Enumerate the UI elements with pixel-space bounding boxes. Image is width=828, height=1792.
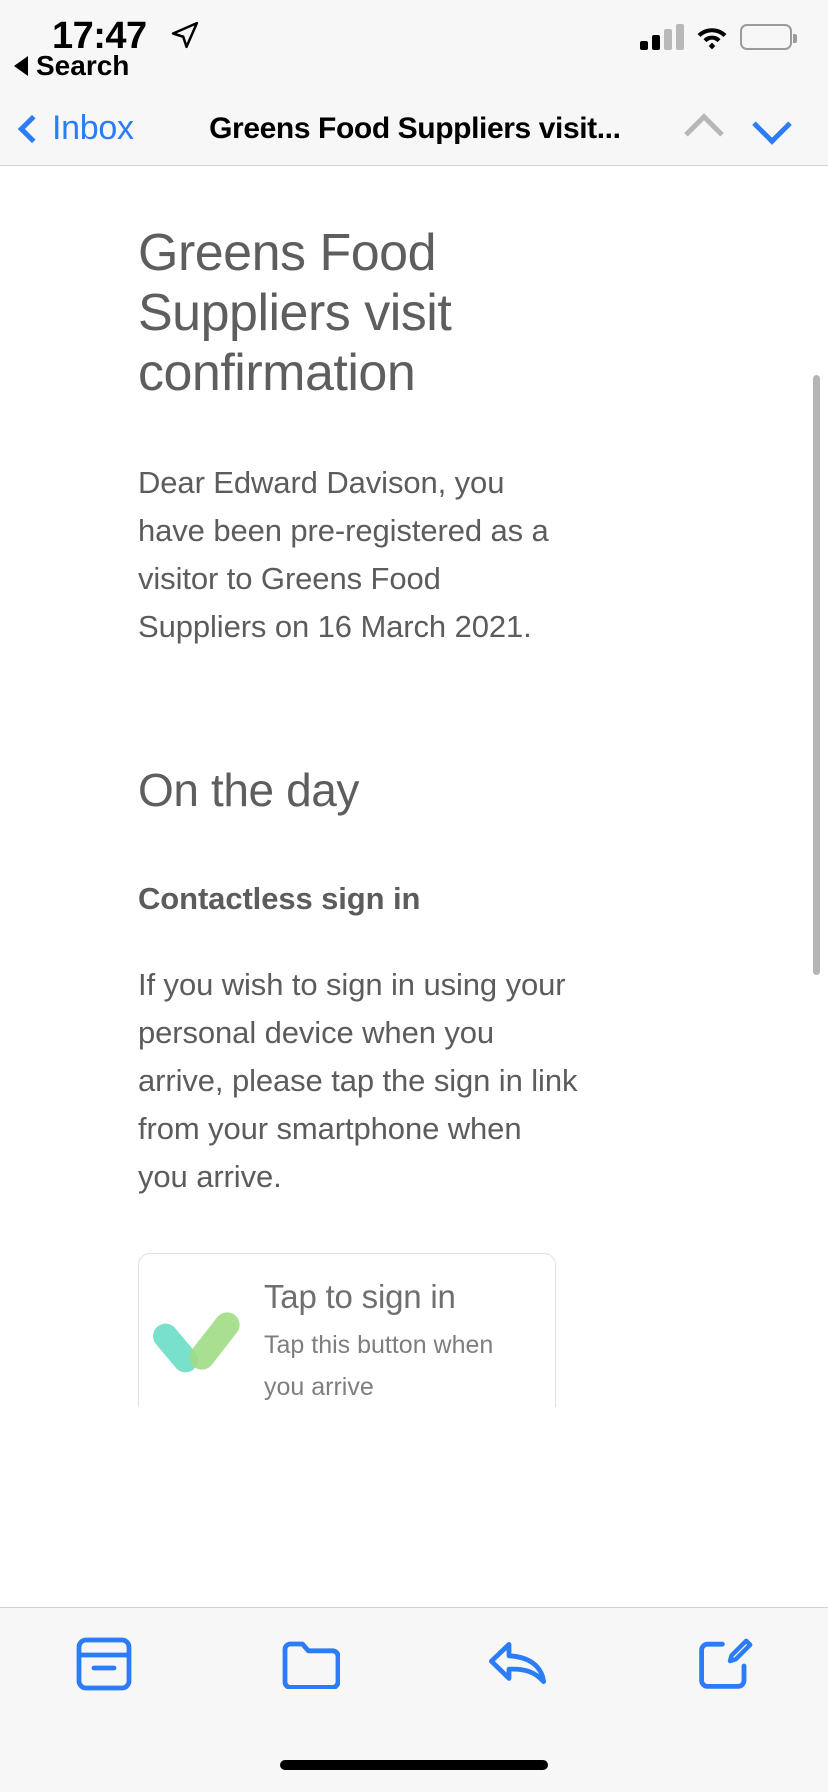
- status-bar: 17:47 Search: [0, 0, 828, 92]
- reply-arrow-icon: [488, 1641, 546, 1684]
- email-heading: Greens Food Suppliers visit confirmation: [138, 224, 452, 402]
- back-to-inbox-button[interactable]: Inbox: [17, 109, 134, 148]
- message-nav-arrows: [684, 104, 792, 153]
- status-bar-indicators: [640, 24, 797, 50]
- back-to-inbox-label: Inbox: [52, 109, 134, 147]
- iphone-mail-message-screen: 17:47 Search Inbox Greens Food Suppliers…: [0, 0, 828, 1792]
- email-intro-paragraph: Dear Edward Davison, you have been pre-r…: [138, 465, 549, 644]
- wifi-icon: [697, 28, 727, 50]
- reply-button[interactable]: [468, 1619, 568, 1709]
- sign-in-card-text: Tap to sign in Tap this button when you …: [258, 1276, 524, 1407]
- battery-icon: [740, 24, 797, 50]
- move-to-folder-button[interactable]: [261, 1619, 361, 1709]
- archive-button[interactable]: [54, 1619, 154, 1709]
- back-triangle-icon: [14, 56, 28, 76]
- email-content-scroll-area[interactable]: Greens Food Suppliers visit confirmation…: [0, 167, 828, 1407]
- next-message-button[interactable]: [752, 104, 792, 145]
- email-body-paragraph: If you wish to sign in using your person…: [138, 967, 578, 1194]
- back-to-search-label: Search: [36, 50, 130, 81]
- navigation-bar: Inbox Greens Food Suppliers visit...: [0, 92, 828, 166]
- folder-icon: [282, 1641, 340, 1689]
- back-to-search-button[interactable]: Search: [14, 50, 129, 82]
- home-indicator-area: [0, 1719, 828, 1792]
- compose-button[interactable]: [675, 1619, 775, 1709]
- previous-message-button[interactable]: [684, 112, 724, 153]
- sign-in-card-title: Tap to sign in: [264, 1278, 456, 1315]
- cellular-signal-icon: [640, 24, 684, 50]
- home-indicator[interactable]: [280, 1760, 548, 1770]
- compose-pencil-icon: [698, 1638, 752, 1689]
- vertical-scrollbar[interactable]: [813, 375, 820, 975]
- chevron-left-icon: [17, 114, 47, 143]
- tap-to-sign-in-card[interactable]: Tap to sign in Tap this button when you …: [138, 1253, 556, 1407]
- archive-box-icon: [76, 1637, 131, 1690]
- subheading-contactless-sign-in: Contactless sign in: [138, 881, 421, 916]
- page-title: Greens Food Suppliers visit...: [209, 111, 621, 145]
- green-check-icon: [153, 1290, 258, 1395]
- mail-action-toolbar: [0, 1607, 828, 1719]
- section-heading-on-the-day: On the day: [138, 764, 360, 816]
- sign-in-card-subtitle: Tap this button when you arrive: [264, 1331, 494, 1401]
- location-arrow-icon: [171, 21, 199, 49]
